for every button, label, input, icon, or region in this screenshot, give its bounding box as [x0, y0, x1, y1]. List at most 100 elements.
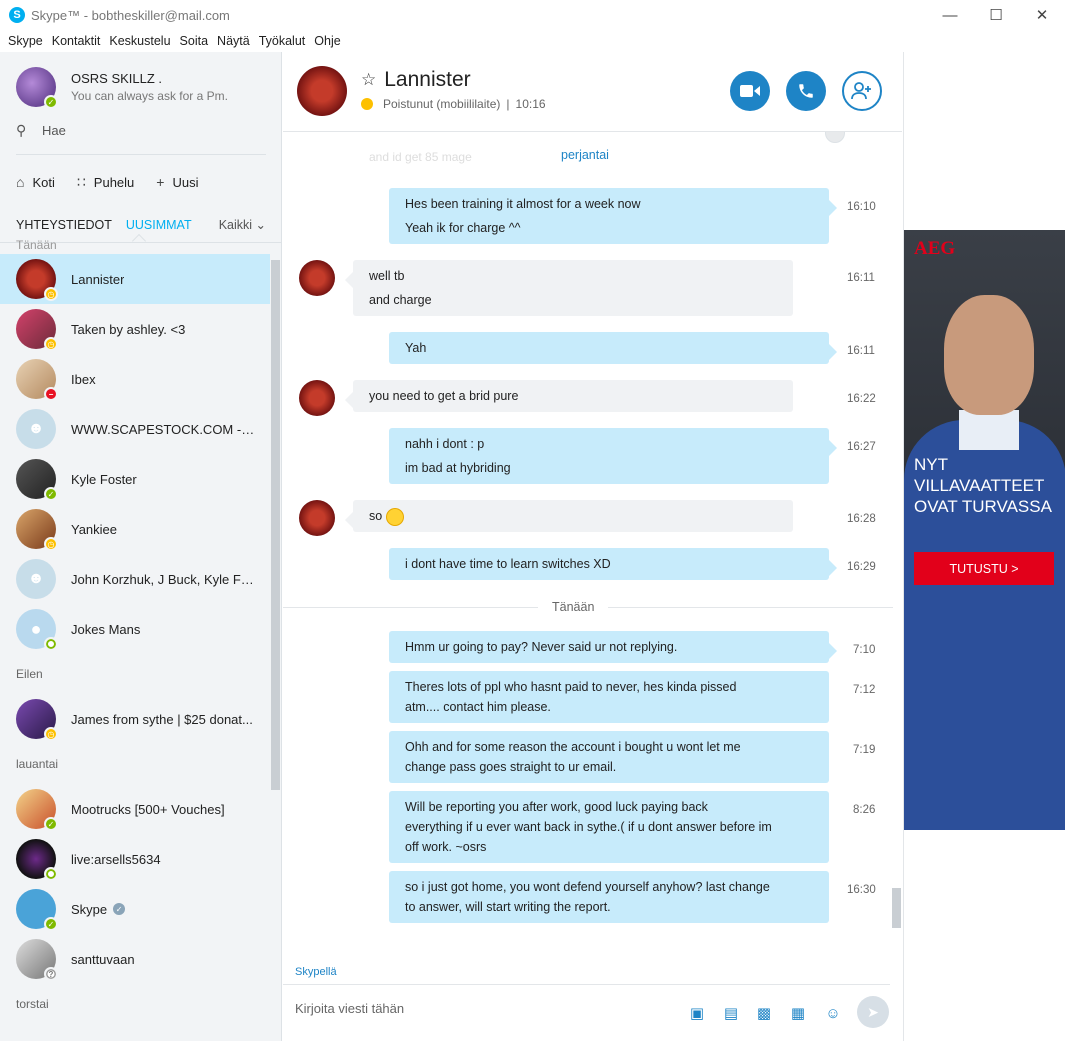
voice-call-button[interactable] [786, 71, 826, 111]
message-input[interactable] [295, 1001, 655, 1016]
menu-skype[interactable]: Skype [8, 34, 43, 48]
contact-item[interactable]: ◷ Taken by ashley. <3 [0, 304, 270, 354]
profile-name: OSRS SKILLZ . [71, 71, 163, 86]
new-label: Uusi [172, 174, 199, 190]
video-call-button[interactable] [730, 71, 770, 111]
profile-avatar[interactable]: ✓ [16, 67, 58, 109]
bubble-tail [345, 512, 353, 528]
search-bar: ⚲ [16, 122, 266, 155]
menu-call[interactable]: Soita [180, 34, 209, 48]
tab-contacts[interactable]: YHTEYSTIEDOT [16, 218, 112, 232]
message-bubble-outgoing[interactable]: Ohh and for some reason the account i bo… [389, 731, 829, 783]
star-icon[interactable]: ☆ [361, 70, 376, 90]
sender-avatar[interactable] [299, 500, 335, 536]
chat-status: Poistunut (mobiililaite) | 10:16 [361, 97, 546, 111]
person-avatar-icon: ● [16, 609, 58, 651]
contact-name: live:arsells5634 [71, 851, 161, 867]
call-button[interactable]: ∷ Puhelu [77, 174, 134, 191]
contact-list-scrollbar[interactable] [271, 260, 280, 790]
contact-item[interactable]: ◷ Lannister [0, 254, 270, 304]
contact-item[interactable]: ☻ John Korzhuk, J Buck, Kyle Fos... [0, 554, 270, 604]
message-list-scrollbar[interactable] [892, 888, 901, 928]
contact-name: santtuvaan [71, 951, 135, 967]
new-button[interactable]: + Uusi [156, 174, 198, 190]
message-text: you need to get a brid pure [369, 389, 519, 403]
contact-item[interactable]: live:arsells5634 [0, 834, 270, 884]
send-contact-icon[interactable]: ▦ [788, 1003, 808, 1023]
online-status-icon: ✓ [44, 95, 58, 109]
search-input[interactable] [42, 122, 242, 138]
contact-item[interactable]: ◷ James from sythe | $25 donat... [0, 694, 270, 744]
busy-status-icon: − [44, 387, 58, 401]
contact-item[interactable]: ✓ Mootrucks [500+ Vouches] [0, 784, 270, 834]
send-photo-icon[interactable]: ▣ [687, 1003, 707, 1023]
profile[interactable]: ✓ OSRS SKILLZ . You can always ask for a… [16, 66, 228, 109]
minimize-button[interactable]: — [927, 0, 973, 30]
contact-list: Tänään ◷ Lannister ◷ Taken by ashley. <3… [0, 238, 270, 1041]
chat-contact-avatar[interactable] [297, 66, 347, 116]
contact-name: Ibex [71, 371, 96, 387]
contact-avatar: − [16, 359, 58, 401]
contact-item[interactable]: ☻ WWW.SCAPESTOCK.COM -RS... [0, 404, 270, 454]
message-bubble-outgoing[interactable]: Yah [389, 332, 837, 364]
message-bubble-incoming[interactable]: well tb and charge [345, 260, 793, 316]
contact-item[interactable]: ✓ Kyle Foster [0, 454, 270, 504]
ad-cta-button[interactable]: TUTUSTU > [914, 552, 1054, 585]
contact-name: James from sythe | $25 donat... [71, 711, 253, 727]
contact-item[interactable]: ? santtuvaan [0, 934, 270, 984]
contact-name: John Korzhuk, J Buck, Kyle Fos... [71, 571, 261, 587]
message-text: so i just got home, you wont defend your… [405, 880, 770, 894]
contact-item[interactable]: ◷ Yankiee [0, 504, 270, 554]
add-participant-button[interactable] [842, 71, 882, 111]
message-text: Yeah ik for charge ^^ [405, 221, 521, 235]
message-bubble-outgoing[interactable]: Theres lots of ppl who hasnt paid to nev… [389, 671, 829, 723]
chat-pane: ☆ Lannister Poistunut (mobiililaite) | 1… [283, 52, 902, 1041]
away-status-icon: ◷ [44, 337, 58, 351]
message-bubble-incoming[interactable]: so [345, 500, 793, 532]
online-status-icon: ✓ [44, 917, 58, 931]
video-message-icon[interactable]: ▩ [754, 1003, 774, 1023]
message-bubble-outgoing[interactable]: Will be reporting you after work, good l… [389, 791, 829, 863]
contact-item[interactable]: ✓ Skype ✓ [0, 884, 270, 934]
menu-contacts[interactable]: Kontaktit [52, 34, 101, 48]
away-status-icon [361, 98, 373, 110]
filter-dropdown[interactable]: Kaikki ⌄ [219, 217, 266, 232]
sender-avatar[interactable] [299, 260, 335, 296]
day-label: perjantai [561, 148, 609, 162]
chat-status-text: Poistunut (mobiililaite) [383, 97, 501, 111]
send-button[interactable]: ➤ [857, 996, 889, 1028]
message-text: to answer, will start writing the report… [405, 900, 611, 914]
menu-view[interactable]: Näytä [217, 34, 250, 48]
message-bubble-outgoing[interactable]: Hmm ur going to pay? Never said ur not r… [389, 631, 837, 663]
menu-conversation[interactable]: Keskustelu [109, 34, 170, 48]
message-bubble-outgoing[interactable]: Hes been training it almost for a week n… [389, 188, 837, 244]
message-text: everything if u ever want back in sythe.… [405, 820, 772, 834]
menu-tools[interactable]: Työkalut [259, 34, 306, 48]
message-text: Yah [405, 341, 427, 355]
close-button[interactable]: ✕ [1019, 0, 1065, 30]
contact-item[interactable]: ● Jokes Mans [0, 604, 270, 654]
home-button[interactable]: ⌂ Koti [16, 174, 55, 190]
message-bubble-outgoing[interactable]: nahh i dont : p im bad at hybriding [389, 428, 837, 484]
maximize-button[interactable]: ☐ [973, 0, 1019, 30]
message-bubble-outgoing[interactable]: so i just got home, you wont defend your… [389, 871, 829, 923]
advertisement[interactable]: AEG NYT VILLAVAATTEET OVAT TURVASSA TUTU… [904, 230, 1065, 830]
profile-mood[interactable]: You can always ask for a Pm. [71, 89, 228, 103]
compose-via-label[interactable]: Skypellä [295, 966, 337, 978]
send-file-icon[interactable]: ▤ [721, 1003, 741, 1023]
smiley-icon [386, 507, 405, 526]
message-bubble-incoming[interactable]: you need to get a brid pure [345, 380, 793, 412]
message-list: and id get 85 mage perjantai Hes been tr… [283, 132, 902, 962]
menu-help[interactable]: Ohje [314, 34, 340, 48]
sender-avatar[interactable] [299, 380, 335, 416]
emoticon-icon[interactable]: ☺ [823, 1003, 843, 1023]
phone-icon [799, 84, 813, 98]
window-controls: — ☐ ✕ [927, 0, 1065, 30]
ad-panel: AEG NYT VILLAVAATTEET OVAT TURVASSA TUTU… [903, 52, 1065, 1041]
add-user-icon [851, 82, 871, 100]
sidebar: ✓ OSRS SKILLZ . You can always ask for a… [0, 52, 282, 1041]
contact-item[interactable]: − Ibex [0, 354, 270, 404]
message-bubble-outgoing[interactable]: i dont have time to learn switches XD [389, 548, 837, 580]
tab-recent[interactable]: UUSIMMAT [126, 218, 192, 232]
message-text: nahh i dont : p [405, 437, 485, 451]
